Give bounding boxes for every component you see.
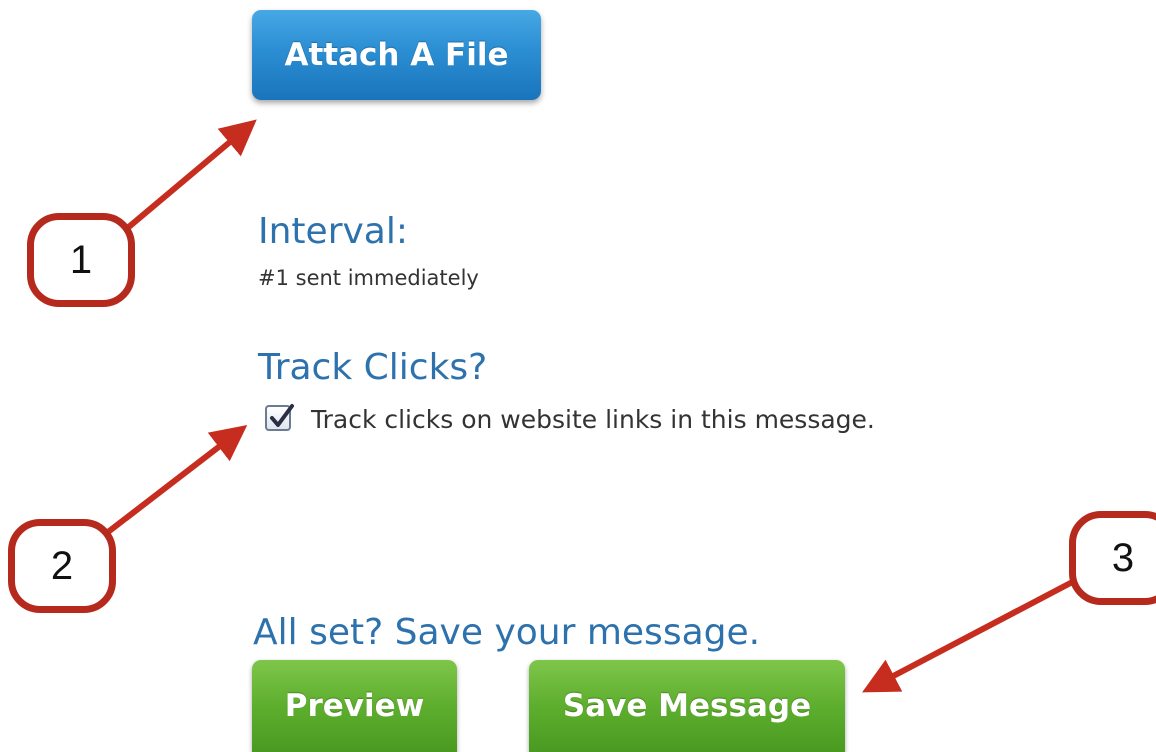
checkmark-icon [270,404,294,427]
interval-value: #1 sent immediately [258,266,479,290]
track-clicks-heading: Track Clicks? [258,347,488,388]
arrow-1 [116,119,257,239]
attach-file-button[interactable]: Attach A File [252,10,541,100]
interval-heading: Interval: [258,211,408,252]
track-clicks-checkbox[interactable] [265,404,294,431]
preview-button[interactable]: Preview [252,660,457,752]
arrow-3 [862,575,1082,693]
callout-2: 2 [8,519,116,613]
arrow-2 [93,425,248,545]
save-section-heading: All set? Save your message. [253,612,761,653]
callout-3: 3 [1069,511,1156,605]
track-clicks-label[interactable]: Track clicks on website links in this me… [311,407,875,432]
callout-1: 1 [27,213,135,307]
save-message-button[interactable]: Save Message [529,660,845,752]
